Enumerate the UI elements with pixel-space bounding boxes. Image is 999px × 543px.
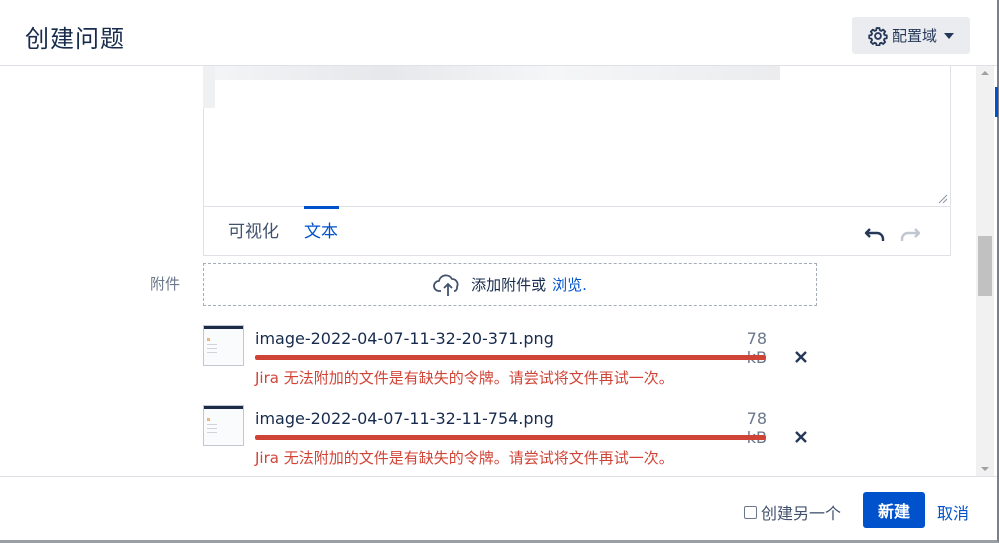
- vertical-scrollbar[interactable]: [976, 66, 994, 476]
- close-icon[interactable]: [794, 350, 808, 364]
- file-thumbnail: [203, 325, 244, 366]
- resize-grip-icon[interactable]: [938, 194, 948, 204]
- active-tab-indicator: [304, 206, 339, 209]
- upload-error-message: Jira 无法附加的文件是有缺失的令牌。请尝试将文件再试一次。: [255, 449, 674, 467]
- dropzone-text: 添加附件或: [471, 276, 547, 294]
- blurred-content: [215, 66, 780, 80]
- redo-icon[interactable]: [899, 224, 921, 242]
- configure-fields-button[interactable]: 配置域: [852, 17, 970, 54]
- file-size: 78 kB: [746, 409, 767, 447]
- upload-progress-bar: [255, 435, 766, 440]
- create-another-label: 创建另一个: [761, 504, 842, 523]
- dialog-body[interactable]: 可视化 文本 附件 添加附件或 浏览. image-2022-04-07-11-…: [0, 66, 997, 476]
- upload-error-message: Jira 无法附加的文件是有缺失的令牌。请尝试将文件再试一次。: [255, 369, 674, 387]
- page-title: 创建问题: [25, 25, 125, 53]
- cancel-link[interactable]: 取消: [937, 500, 969, 524]
- caret-down-icon: [944, 32, 954, 39]
- blurred-content: [203, 66, 215, 108]
- tab-text[interactable]: 文本: [304, 217, 338, 242]
- scroll-up-arrow-icon[interactable]: [976, 68, 994, 78]
- create-button[interactable]: 新建: [863, 492, 925, 528]
- file-size: 78 kB: [746, 329, 767, 367]
- browse-link[interactable]: 浏览.: [552, 274, 587, 295]
- close-icon[interactable]: [794, 430, 808, 444]
- upload-progress-bar: [255, 355, 766, 360]
- undo-icon[interactable]: [864, 224, 886, 242]
- create-issue-dialog: 创建问题 配置域 可视化 文本 附件 添加附件或 浏览. image-2022-…: [0, 0, 999, 543]
- description-editor: 可视化 文本: [203, 66, 951, 256]
- attachment-item: image-2022-04-07-11-32-11-754.png 78 kB …: [203, 405, 823, 475]
- tab-visual[interactable]: 可视化: [228, 217, 279, 242]
- attachments-label: 附件: [150, 275, 181, 293]
- gear-icon: [868, 26, 888, 46]
- file-thumbnail: [203, 405, 244, 446]
- upload-cloud-icon: [433, 274, 459, 296]
- dialog-header: 创建问题 配置域: [0, 0, 997, 66]
- attachment-dropzone[interactable]: 添加附件或 浏览.: [203, 263, 817, 306]
- scrollbar-thumb[interactable]: [978, 236, 992, 296]
- create-another-option[interactable]: 创建另一个: [744, 500, 841, 524]
- scroll-down-arrow-icon[interactable]: [976, 464, 994, 474]
- file-name: image-2022-04-07-11-32-20-371.png: [255, 329, 554, 348]
- dialog-footer: 创建另一个 新建 取消: [0, 476, 997, 540]
- file-name: image-2022-04-07-11-32-11-754.png: [255, 409, 554, 428]
- attachment-item: image-2022-04-07-11-32-20-371.png 78 kB …: [203, 325, 823, 395]
- background-edge: [995, 87, 998, 117]
- create-another-checkbox[interactable]: [744, 505, 757, 519]
- configure-fields-label: 配置域: [891, 27, 937, 45]
- description-textarea[interactable]: [204, 66, 950, 207]
